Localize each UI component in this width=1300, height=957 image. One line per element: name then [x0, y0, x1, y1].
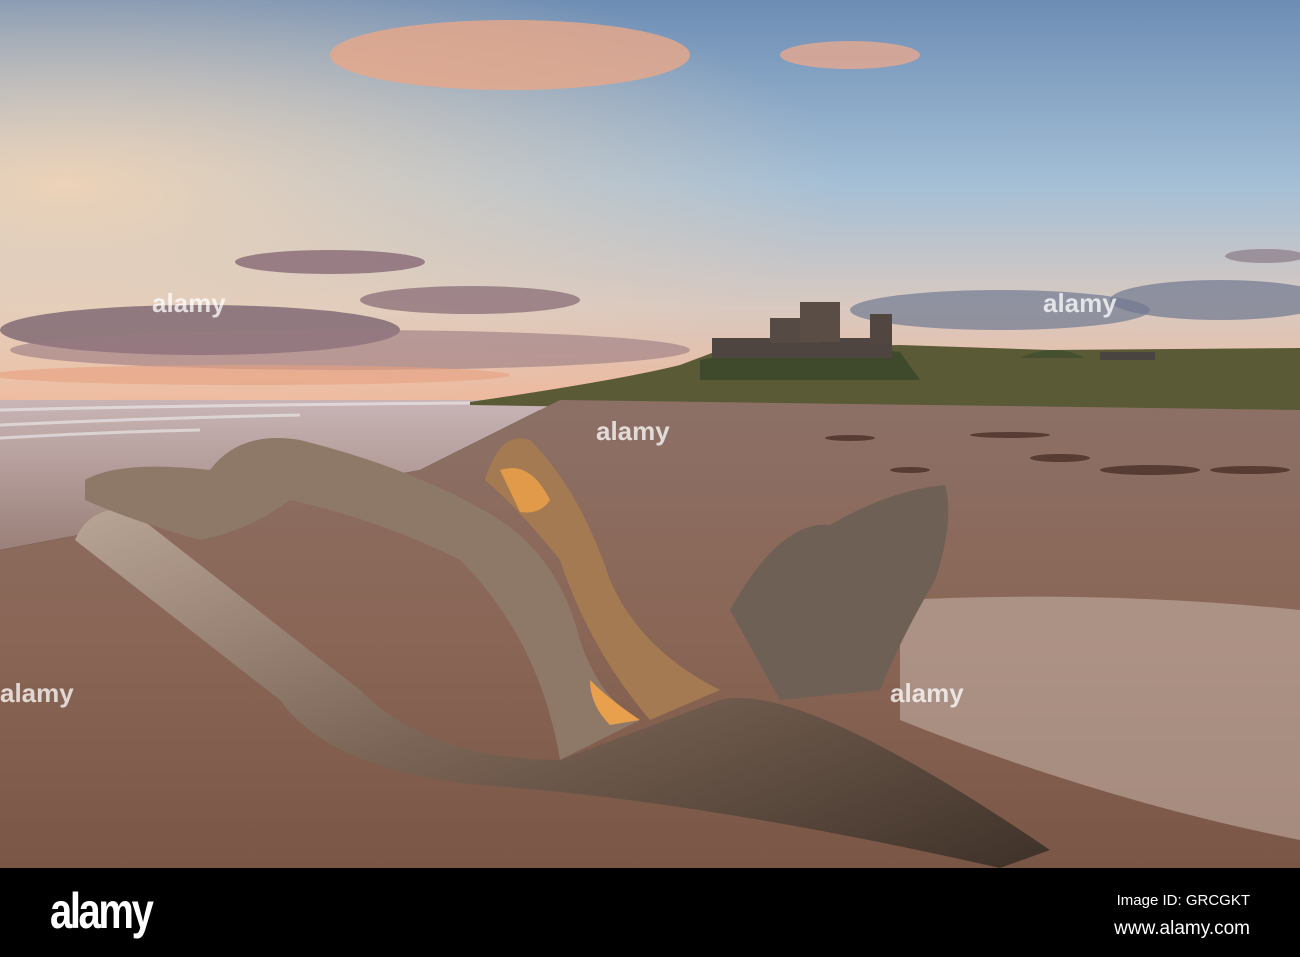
svg-text:alamy: alamy — [0, 678, 74, 708]
svg-text:alamy: alamy — [890, 678, 964, 708]
image-id: Image ID: GRCGKT — [1116, 892, 1250, 909]
footer-bar: alamy Image ID: GRCGKT www.alamy.com — [0, 868, 1300, 957]
site-url: www.alamy.com — [1114, 918, 1250, 939]
svg-text:alamy: alamy — [596, 416, 670, 446]
alamy-logo: alamy — [50, 883, 154, 939]
svg-text:alamy: alamy — [1043, 288, 1117, 318]
landscape-photo: alamy alamy alamy alamy alamy — [0, 0, 1300, 868]
svg-text:alamy: alamy — [152, 288, 226, 318]
